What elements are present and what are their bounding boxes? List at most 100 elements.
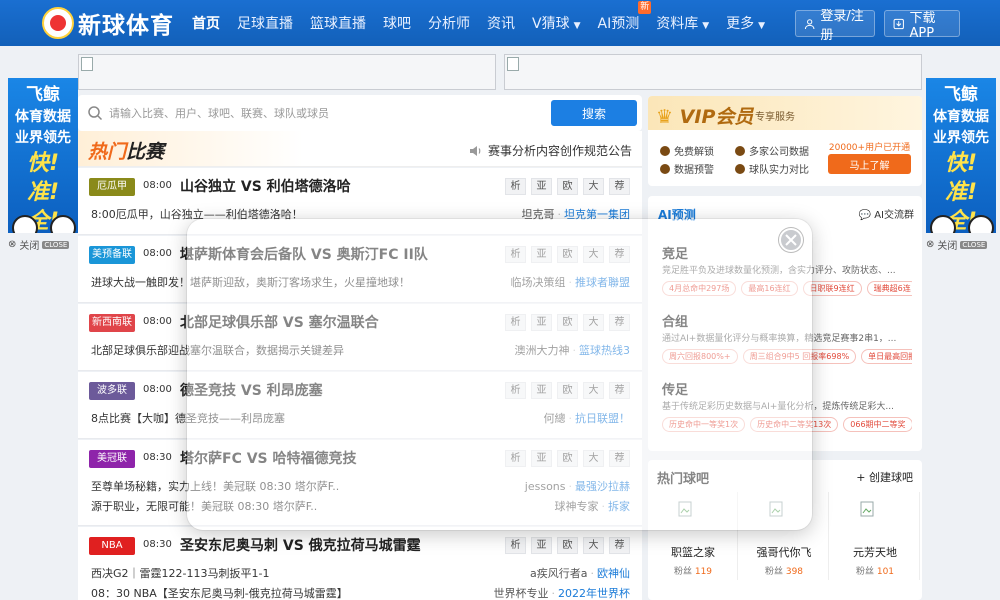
- left-side-ad[interactable]: 飞鲸 体育数据 业界领先 快! 准! 全!: [8, 78, 78, 233]
- ad-slogan-1: 快!: [26, 151, 60, 176]
- match-title[interactable]: 山谷独立 VS 利伯塔德洛哈: [180, 176, 351, 196]
- vip-panel: ♛ VIP会员 专享服务 免费解锁 多家公司数据 数据预警 球队实力对比 200…: [648, 96, 922, 186]
- forum-name: 职篮之家: [671, 546, 715, 559]
- search-button[interactable]: 搜索: [551, 100, 637, 126]
- forum-name: 强哥代你飞: [756, 546, 812, 559]
- ai-group-link[interactable]: 💬 AI交流群: [859, 206, 914, 221]
- author-group[interactable]: 2022年世界杯: [558, 587, 630, 600]
- ad-slogan-2: 准!: [944, 180, 978, 205]
- match-op-button[interactable]: 析: [505, 537, 526, 554]
- broken-image-icon: [507, 57, 519, 71]
- match-op-button[interactable]: 亚: [531, 178, 552, 195]
- nav-ai-predict-label: AI预测: [597, 16, 640, 32]
- match-card[interactable]: NBA 08:30 圣安东尼奥马刺 VS 俄克拉荷马城雷霆 析亚欧大荐西决G2｜雷霆1…: [78, 527, 642, 600]
- notice-text: 赛事分析内容创作规范公告: [487, 144, 632, 158]
- nav-football-live[interactable]: 足球直播: [237, 13, 293, 33]
- nav-ai-predict[interactable]: AI预测 新: [597, 1, 652, 33]
- close-circle-icon: ⊗: [8, 239, 17, 250]
- separator-icon: ·: [551, 587, 556, 600]
- site-logo[interactable]: 新球体育: [42, 7, 174, 39]
- match-op-button[interactable]: 欧: [557, 178, 578, 195]
- fans-label: 粉丝: [764, 567, 783, 577]
- data-icon: [735, 145, 745, 156]
- popup-close-button[interactable]: [779, 228, 803, 252]
- create-forum-button[interactable]: + 创建球吧: [856, 469, 913, 485]
- league-tag[interactable]: NBA: [89, 537, 135, 555]
- ad-line-2: 体育数据: [15, 109, 71, 125]
- chevron-down-icon: ▼: [702, 21, 710, 31]
- nav-more[interactable]: 更多 ▼: [726, 13, 765, 33]
- right-side-ad[interactable]: 飞鲸 体育数据 业界领先 快! 准! 全!: [926, 78, 996, 233]
- forum-item[interactable]: 元芳天地 粉丝 101: [830, 492, 920, 580]
- author-group[interactable]: 欧神仙: [597, 567, 630, 580]
- analysis-text[interactable]: 08：30 NBA【圣安东尼奥马刺-俄克拉荷马城雷霆】: [91, 585, 348, 600]
- match-title[interactable]: 圣安东尼奥马刺 VS 俄克拉荷马城雷霆: [180, 535, 421, 555]
- author-name[interactable]: 世界杯专业: [494, 587, 549, 600]
- match-op-button[interactable]: 亚: [531, 537, 552, 554]
- close-tag: CLOSE: [960, 240, 988, 249]
- compare-icon: [735, 163, 745, 174]
- unlock-icon: [660, 145, 670, 156]
- nav-v-guess-label: V猜球: [532, 16, 570, 32]
- nav-home[interactable]: 首页: [192, 13, 220, 33]
- right-ad-close[interactable]: ⊗ 关闭 CLOSE: [926, 237, 988, 252]
- league-tag[interactable]: 波多联: [89, 382, 135, 400]
- vip-subtitle: 专享服务: [755, 112, 795, 123]
- match-ops: 析亚欧大荐: [505, 178, 630, 195]
- nav-analysts[interactable]: 分析师: [428, 13, 470, 33]
- ad-line-2: 体育数据: [933, 109, 989, 125]
- broken-image-icon: [81, 57, 93, 71]
- match-op-button[interactable]: 大: [583, 178, 604, 195]
- user-icon: [804, 18, 815, 29]
- nav-database[interactable]: 资料库 ▼: [656, 13, 709, 33]
- new-badge: 新: [638, 1, 652, 14]
- nav-v-guess[interactable]: V猜球 ▼: [532, 13, 581, 33]
- match-op-button[interactable]: 欧: [557, 537, 578, 554]
- forum-fans: 粉丝 398: [739, 564, 829, 577]
- nav-forum[interactable]: 球吧: [383, 13, 411, 33]
- league-tag[interactable]: 厄瓜甲: [89, 178, 135, 196]
- league-tag[interactable]: 新西南联: [89, 314, 135, 332]
- match-time: 08:00: [143, 180, 172, 191]
- hot-matches-title: 热门比赛: [88, 137, 164, 164]
- forum-fans: 粉丝 101: [830, 564, 920, 577]
- match-op-button[interactable]: 大: [583, 537, 604, 554]
- separator-icon: ·: [590, 567, 595, 580]
- main-nav: 首页 足球直播 篮球直播 球吧 分析师 资讯 V猜球 ▼ AI预测新 资料库 ▼ 更…: [192, 0, 782, 46]
- top-banner-right[interactable]: [504, 54, 922, 90]
- match-op-button[interactable]: 析: [505, 178, 526, 195]
- league-tag[interactable]: 美冠联: [89, 450, 135, 468]
- author-name[interactable]: a疾风行者a: [530, 567, 587, 580]
- chevron-down-icon: ▼: [758, 21, 766, 31]
- match-op-button[interactable]: 荐: [609, 537, 630, 554]
- league-tag[interactable]: 美预备联: [89, 246, 135, 264]
- match-op-button[interactable]: 荐: [609, 178, 630, 195]
- ad-line-3: 业界领先: [933, 130, 989, 146]
- login-button[interactable]: 登录/注册: [795, 9, 875, 43]
- analysis-text[interactable]: 西决G2｜雷霆122-113马刺扳平1-1: [91, 565, 269, 581]
- search-input[interactable]: [109, 101, 539, 125]
- nav-database-label: 资料库: [656, 16, 699, 32]
- vip-header: ♛ VIP会员 专享服务: [648, 96, 922, 130]
- fans-count: 119: [694, 567, 713, 577]
- alert-icon: [660, 163, 670, 174]
- match-time: 08:00: [143, 316, 172, 327]
- logo-text: 新球体育: [78, 13, 174, 39]
- nav-basketball-live[interactable]: 篮球直播: [310, 13, 366, 33]
- close-circle-icon: ⊗: [926, 239, 935, 250]
- chat-icon: 💬: [858, 210, 872, 221]
- ad-brand: 飞鲸: [26, 85, 60, 105]
- vip-feature-label: 免费解锁: [674, 147, 714, 158]
- broken-image-icon: [860, 501, 874, 517]
- notice-link[interactable]: 赛事分析内容创作规范公告: [469, 142, 632, 159]
- ad-brand: 飞鲸: [944, 85, 978, 105]
- nav-news[interactable]: 资讯: [487, 13, 515, 33]
- analysis-author: 世界杯专业 · 2022年世界杯: [494, 585, 631, 600]
- vip-learn-more-button[interactable]: 马上了解: [828, 154, 911, 174]
- top-banner-left[interactable]: [78, 54, 496, 90]
- close-label: 关闭: [19, 241, 40, 252]
- left-ad-close[interactable]: ⊗ 关闭 CLOSE: [8, 237, 70, 252]
- download-app-button[interactable]: 下载APP: [884, 10, 960, 41]
- crown-icon: ♛: [656, 106, 674, 128]
- match-time: 08:00: [143, 248, 172, 259]
